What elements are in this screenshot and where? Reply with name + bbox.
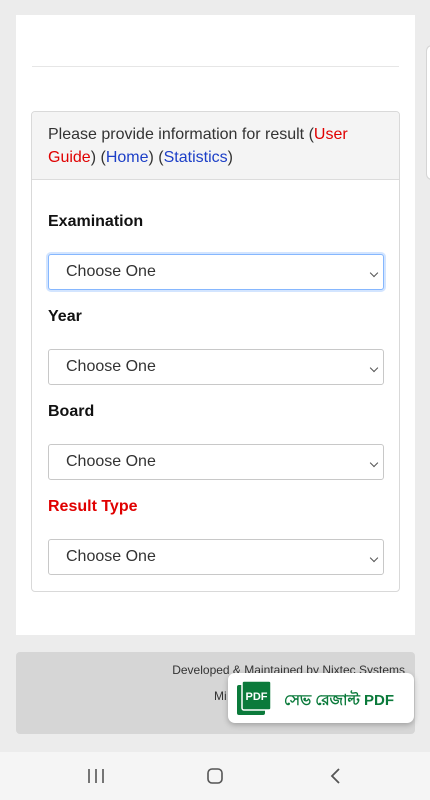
side-drawer-handle[interactable] bbox=[426, 45, 430, 180]
board-select[interactable]: Choose One bbox=[48, 444, 384, 480]
system-navigation-bar bbox=[0, 752, 430, 800]
page-card: Please provide information for result (U… bbox=[16, 15, 415, 635]
pdf-icon: PDF bbox=[237, 681, 271, 715]
save-result-pdf-button[interactable]: PDF সেভ রেজাল্ট PDF bbox=[228, 673, 414, 723]
chevron-down-icon bbox=[369, 458, 379, 468]
recent-apps-icon[interactable] bbox=[84, 766, 108, 786]
year-select[interactable]: Choose One bbox=[48, 349, 384, 385]
examination-select[interactable]: Choose One bbox=[48, 254, 384, 290]
footer-second-line: Mi bbox=[214, 689, 227, 703]
result-form-card: Please provide information for result (U… bbox=[31, 111, 400, 592]
result-type-select-value: Choose One bbox=[66, 548, 156, 565]
closing-paren: ) bbox=[227, 149, 233, 166]
examination-select-value: Choose One bbox=[66, 263, 156, 280]
home-icon[interactable] bbox=[203, 766, 227, 786]
chevron-down-icon bbox=[369, 553, 379, 563]
year-select-value: Choose One bbox=[66, 358, 156, 375]
save-result-pdf-label: সেভ রেজাল্ট PDF bbox=[284, 692, 395, 709]
board-select-value: Choose One bbox=[66, 453, 156, 470]
separator-text: ) ( bbox=[90, 149, 106, 166]
chevron-down-icon bbox=[369, 363, 379, 373]
form-card-header: Please provide information for result (U… bbox=[32, 112, 399, 180]
back-icon[interactable] bbox=[324, 766, 348, 786]
pdf-icon-text: PDF bbox=[246, 691, 268, 703]
intro-text: Please provide information for result ( bbox=[48, 126, 314, 143]
year-label: Year bbox=[48, 308, 82, 325]
home-link[interactable]: Home bbox=[106, 149, 149, 166]
result-type-label: Result Type bbox=[48, 498, 138, 515]
chevron-down-icon bbox=[369, 268, 379, 278]
result-type-select[interactable]: Choose One bbox=[48, 539, 384, 575]
separator-text: ) ( bbox=[148, 149, 164, 166]
header-divider bbox=[32, 66, 399, 67]
statistics-link[interactable]: Statistics bbox=[164, 149, 228, 166]
examination-label: Examination bbox=[48, 213, 144, 230]
board-label: Board bbox=[48, 403, 95, 420]
